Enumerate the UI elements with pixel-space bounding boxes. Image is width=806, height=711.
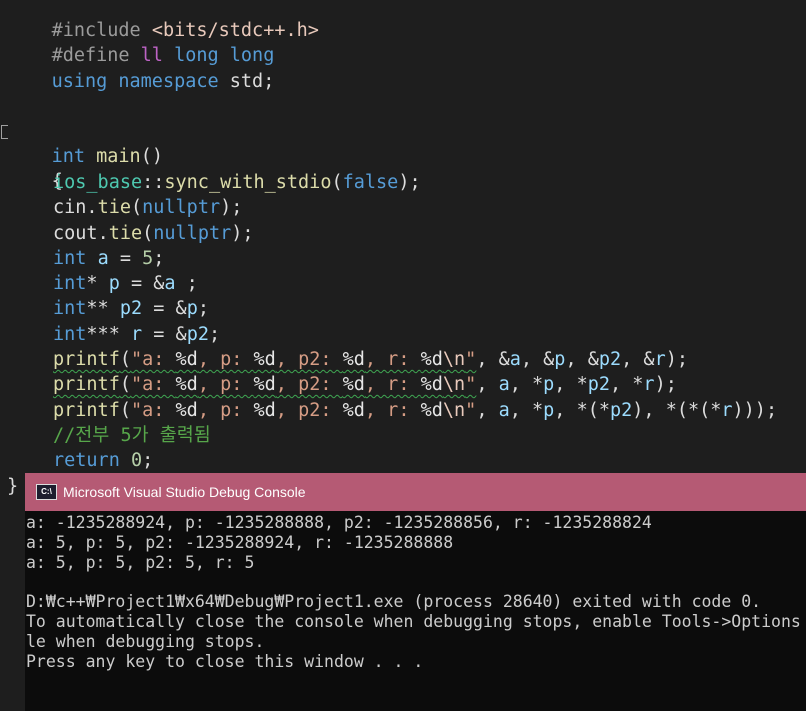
console-titlebar[interactable]: C:\ Microsoft Visual Studio Debug Consol… [25, 473, 806, 511]
code-line-main[interactable]: int main() [7, 119, 163, 167]
ios-base-class: ios_base [53, 172, 143, 193]
code-line-printf-3[interactable]: printf("a: %d, p: %d, p2: %d, r: %d\n", … [7, 398, 777, 423]
code-line-int-p[interactable]: int* p = &a ; [7, 271, 198, 296]
console-output-line: le when debugging stops. [26, 632, 265, 651]
printf-warning-squiggle[interactable]: printf("a: %d, p: %d, p2: %d, r: %d\n" [53, 349, 476, 370]
false-keyword: false [342, 172, 399, 193]
tie-function: tie [97, 197, 131, 218]
literal-five: 5 [142, 248, 154, 269]
console-output-line: a: 5, p: 5, p2: 5, r: 5 [26, 553, 255, 572]
var-p: p [186, 298, 198, 319]
format-string: "a: %d, p: %d, p2: %d, r: %d\n" [130, 374, 477, 395]
main-params: () [140, 146, 163, 167]
sync-function: sync_with_stdio [164, 172, 332, 193]
code-line-printf-1[interactable]: printf("a: %d, p: %d, p2: %d, r: %d\n", … [7, 347, 688, 372]
console-output-line: D:₩c++₩Project1₩x64₩Debug₩Project1.exe (… [26, 592, 762, 611]
code-line-int-r[interactable]: int*** r = &p2; [7, 322, 220, 347]
namespace-std: std [229, 71, 264, 92]
tie-function: tie [108, 223, 143, 244]
literal-zero: 0 [130, 450, 143, 471]
main-function-name: main [96, 146, 141, 167]
var-p2: p2 [119, 298, 143, 319]
var-p: p [108, 273, 120, 294]
code-line-comment[interactable]: //전부 5가 출력됨 [7, 423, 211, 448]
debug-console-window[interactable]: C:\ Microsoft Visual Studio Debug Consol… [25, 473, 806, 711]
code-line-define[interactable]: #define ll long long [7, 18, 275, 66]
int-keyword: int [53, 273, 87, 294]
code-line-return[interactable]: return 0; [7, 448, 153, 473]
format-string: "a: %d, p: %d, p2: %d, r: %d\n" [130, 400, 477, 421]
int-keyword: int [53, 298, 87, 319]
nullptr-keyword: nullptr [153, 223, 232, 244]
cin-object: cin [53, 197, 87, 218]
printf-warning-squiggle[interactable]: printf("a: %d, p: %d, p2: %d, r: %d\n" [53, 374, 476, 395]
console-title: Microsoft Visual Studio Debug Console [63, 484, 306, 500]
code-line-printf-2[interactable]: printf("a: %d, p: %d, p2: %d, r: %d\n", … [7, 372, 677, 397]
code-line-using[interactable]: using namespace std; [7, 44, 275, 92]
printf-function: printf [53, 400, 120, 421]
console-output-line: Press any key to close this window . . . [26, 652, 424, 671]
code-line-int-a[interactable]: int a = 5; [7, 246, 164, 271]
comment: //전부 5가 출력됨 [53, 425, 211, 446]
code-line-cin-tie[interactable]: cin.tie(nullptr); [7, 195, 242, 220]
console-output-line: a: 5, p: 5, p2: -1235288924, r: -1235288… [26, 533, 454, 552]
var-p2: p2 [186, 324, 209, 345]
code-line-cout-tie[interactable]: cout.tie(nullptr); [7, 221, 254, 246]
var-r: r [130, 324, 143, 345]
return-keyword: return [53, 450, 120, 471]
code-line-open-brace[interactable]: { [7, 144, 63, 192]
console-output-line: a: -1235288924, p: -1235288888, p2: -123… [26, 513, 652, 532]
code-line-sync[interactable]: ios_base::sync_with_stdio(false); [7, 170, 421, 195]
int-keyword: int [53, 248, 87, 269]
format-string: "a: %d, p: %d, p2: %d, r: %d\n" [130, 349, 477, 370]
var-a: a [164, 273, 176, 294]
close-brace: } [7, 476, 19, 497]
cout-object: cout [53, 223, 98, 244]
code-line-int-p2[interactable]: int** p2 = &p; [7, 296, 209, 321]
nullptr-keyword: nullptr [142, 197, 221, 218]
printf-function: printf [53, 374, 120, 395]
code-line-include[interactable]: #include <bits/stdc++.h> [7, 0, 319, 41]
int-keyword: int [53, 324, 87, 345]
console-app-icon[interactable]: C:\ [36, 484, 57, 500]
printf-function: printf [53, 349, 120, 370]
console-output-line: To automatically close the console when … [26, 612, 801, 631]
using-keyword: using namespace [51, 71, 219, 92]
code-editor[interactable]: #include <bits/stdc++.h> #define ll long… [0, 0, 806, 500]
var-a: a [97, 248, 109, 269]
